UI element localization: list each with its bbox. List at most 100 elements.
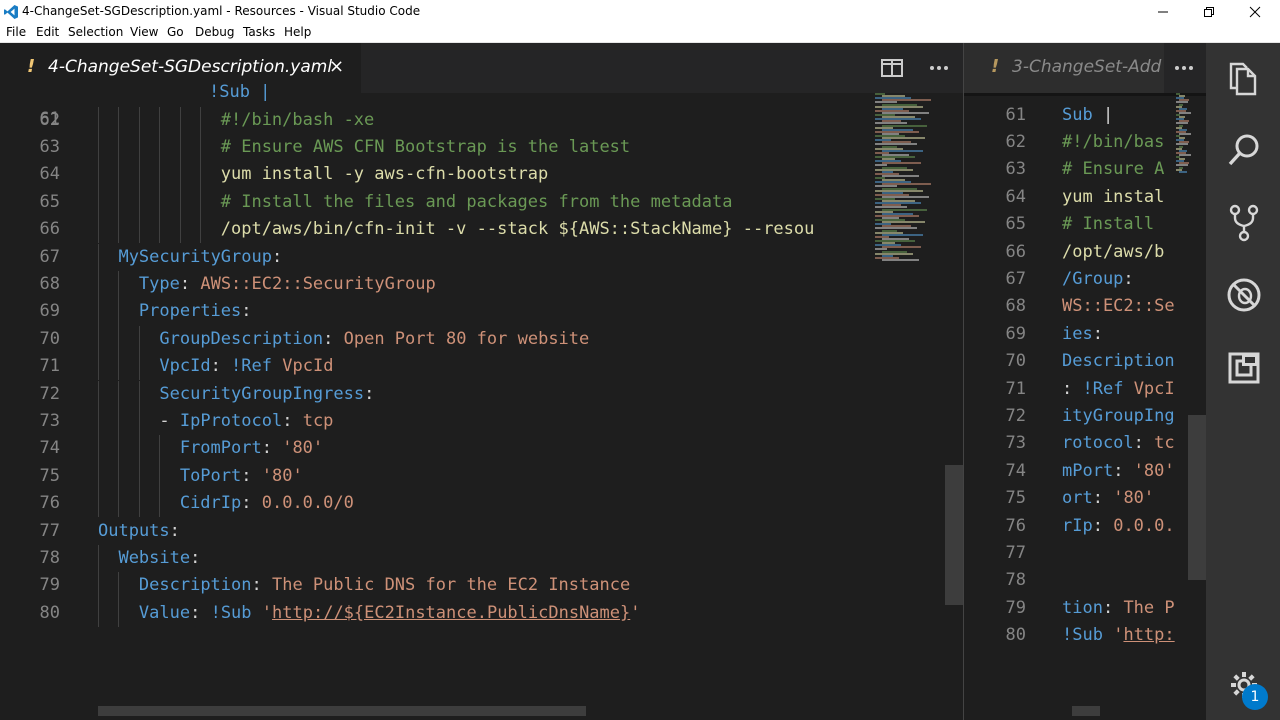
menu-go[interactable]: Go	[167, 25, 184, 39]
vertical-scrollbar-thumb[interactable]	[1188, 415, 1206, 580]
code-line: 63 # Ensure AWS CFN Bootstrap is the late…	[0, 133, 963, 162]
indent-guide	[159, 161, 161, 189]
tab-close-icon[interactable]: ×	[329, 56, 344, 77]
code-text: yum install -y aws-cfn-bootstrap	[220, 164, 549, 185]
horizontal-scrollbar-thumb[interactable]	[1072, 706, 1100, 716]
indent-guide	[159, 106, 161, 134]
indent-guide	[138, 407, 140, 436]
indent-guide	[179, 161, 181, 189]
minimap-line	[882, 162, 921, 165]
indent-guide	[118, 188, 120, 217]
line-number: 62	[1005, 131, 1026, 152]
line-number: 70	[39, 328, 60, 349]
code-line: 64 yum instal	[964, 184, 1206, 211]
menu-file[interactable]: File	[6, 25, 26, 39]
code-line: 73 rotocol: tc	[964, 430, 1206, 457]
code-line: 62 #!/bin/bas	[964, 129, 1206, 156]
menu-view[interactable]: View	[130, 25, 158, 39]
split-editor-button[interactable]	[880, 56, 904, 80]
window-title: 4-ChangeSet-SGDescription.yaml - Resourc…	[22, 4, 421, 18]
indent-guide	[118, 133, 120, 162]
more-actions-button[interactable]	[927, 56, 951, 80]
editor-shadow	[964, 93, 1206, 96]
indent-guide	[138, 490, 140, 518]
indent-guide	[138, 435, 140, 463]
indent-guide	[179, 133, 181, 162]
tab-label: 3-ChangeSet-Add	[1012, 57, 1162, 77]
indent-guide	[98, 599, 99, 628]
line-number: 71	[39, 356, 60, 377]
indent-guide	[138, 106, 140, 134]
debug-button[interactable]	[1225, 276, 1263, 314]
minimap-line	[875, 240, 915, 242]
menu-edit[interactable]: Edit	[36, 25, 59, 39]
menu-debug[interactable]: Debug	[195, 25, 234, 39]
code-text: - IpProtocol: tcp	[159, 410, 334, 431]
indent-guide	[98, 353, 99, 381]
code-text: !Sub 'http:	[1062, 625, 1175, 646]
indent-guide	[98, 435, 99, 463]
code-line: 77 Outputs:	[0, 518, 963, 545]
more-actions-button[interactable]	[1172, 56, 1196, 80]
code-text: Value: !Sub 'http://${EC2Instance.Public…	[138, 602, 641, 623]
code-line: 69 Properties:	[0, 298, 963, 326]
modified-marker: !	[991, 56, 1000, 77]
code-text: ort: '80'	[1062, 488, 1155, 509]
code-line: 74 mPort: '80'	[964, 458, 1206, 485]
minimap-line	[875, 168, 913, 171]
code-text: ToPort: '80'	[179, 465, 303, 486]
menu-selection[interactable]: Selection	[68, 25, 123, 39]
code-text: ityGroupIng	[1062, 405, 1175, 426]
code-text: Sub |	[1062, 104, 1114, 125]
indent-guide	[159, 188, 161, 217]
menu-help[interactable]: Help	[284, 25, 311, 39]
indent-guide	[118, 298, 120, 326]
indent-guide	[98, 106, 99, 134]
line-number: 78	[39, 547, 60, 568]
code-text: !Sub |	[209, 82, 271, 102]
indent-guide	[98, 216, 99, 244]
tab-3-changeset-add[interactable]: ! 3-ChangeSet-Add	[964, 43, 1164, 93]
code-text: rotocol: tc	[1062, 433, 1175, 454]
minimap-line	[882, 174, 919, 177]
indent-guide	[138, 462, 140, 491]
menu-tasks[interactable]: Tasks	[243, 25, 275, 39]
indent-guide	[98, 544, 99, 573]
line-number: 74	[39, 438, 60, 459]
source-control-button[interactable]	[1225, 204, 1263, 242]
line-number: 66	[1005, 241, 1026, 262]
minimap-line	[1179, 170, 1187, 173]
line-number: 62	[39, 109, 60, 130]
explorer-button[interactable]	[1225, 60, 1263, 98]
vertical-scrollbar-thumb[interactable]	[945, 465, 963, 605]
ellipsis-icon	[930, 66, 948, 70]
indent-guide	[159, 435, 161, 463]
search-button[interactable]	[1225, 131, 1263, 169]
debug-icon	[1227, 278, 1261, 312]
indent-guide	[179, 106, 181, 134]
extensions-button[interactable]	[1225, 349, 1263, 387]
indent-guide	[138, 188, 140, 217]
minimap[interactable]	[873, 93, 945, 263]
horizontal-scrollbar-thumb[interactable]	[98, 706, 586, 716]
minimap-line	[875, 156, 915, 158]
code-line: 78 Website:	[0, 544, 963, 573]
code-text: Description	[1062, 351, 1175, 372]
close-window-button[interactable]	[1232, 0, 1278, 23]
indent-guide	[98, 243, 99, 271]
minimize-button[interactable]	[1140, 0, 1186, 23]
indent-guide	[98, 490, 99, 518]
minimap-line	[875, 252, 913, 255]
code-text: tion: The P	[1062, 597, 1175, 618]
code-text: WS::EC2::Se	[1062, 296, 1175, 317]
code-text: FromPort: '80'	[179, 438, 324, 459]
code-text: VpcId: !Ref VpcId	[159, 356, 334, 377]
ellipsis-icon	[1175, 66, 1193, 70]
indent-guide	[138, 380, 140, 408]
minimap[interactable]	[1176, 93, 1191, 173]
indent-guide	[200, 161, 202, 189]
minimap-line	[1179, 153, 1191, 156]
restore-button[interactable]	[1186, 0, 1232, 23]
line-number: 67	[1005, 268, 1026, 289]
notification-badge[interactable]: 1	[1242, 684, 1268, 710]
